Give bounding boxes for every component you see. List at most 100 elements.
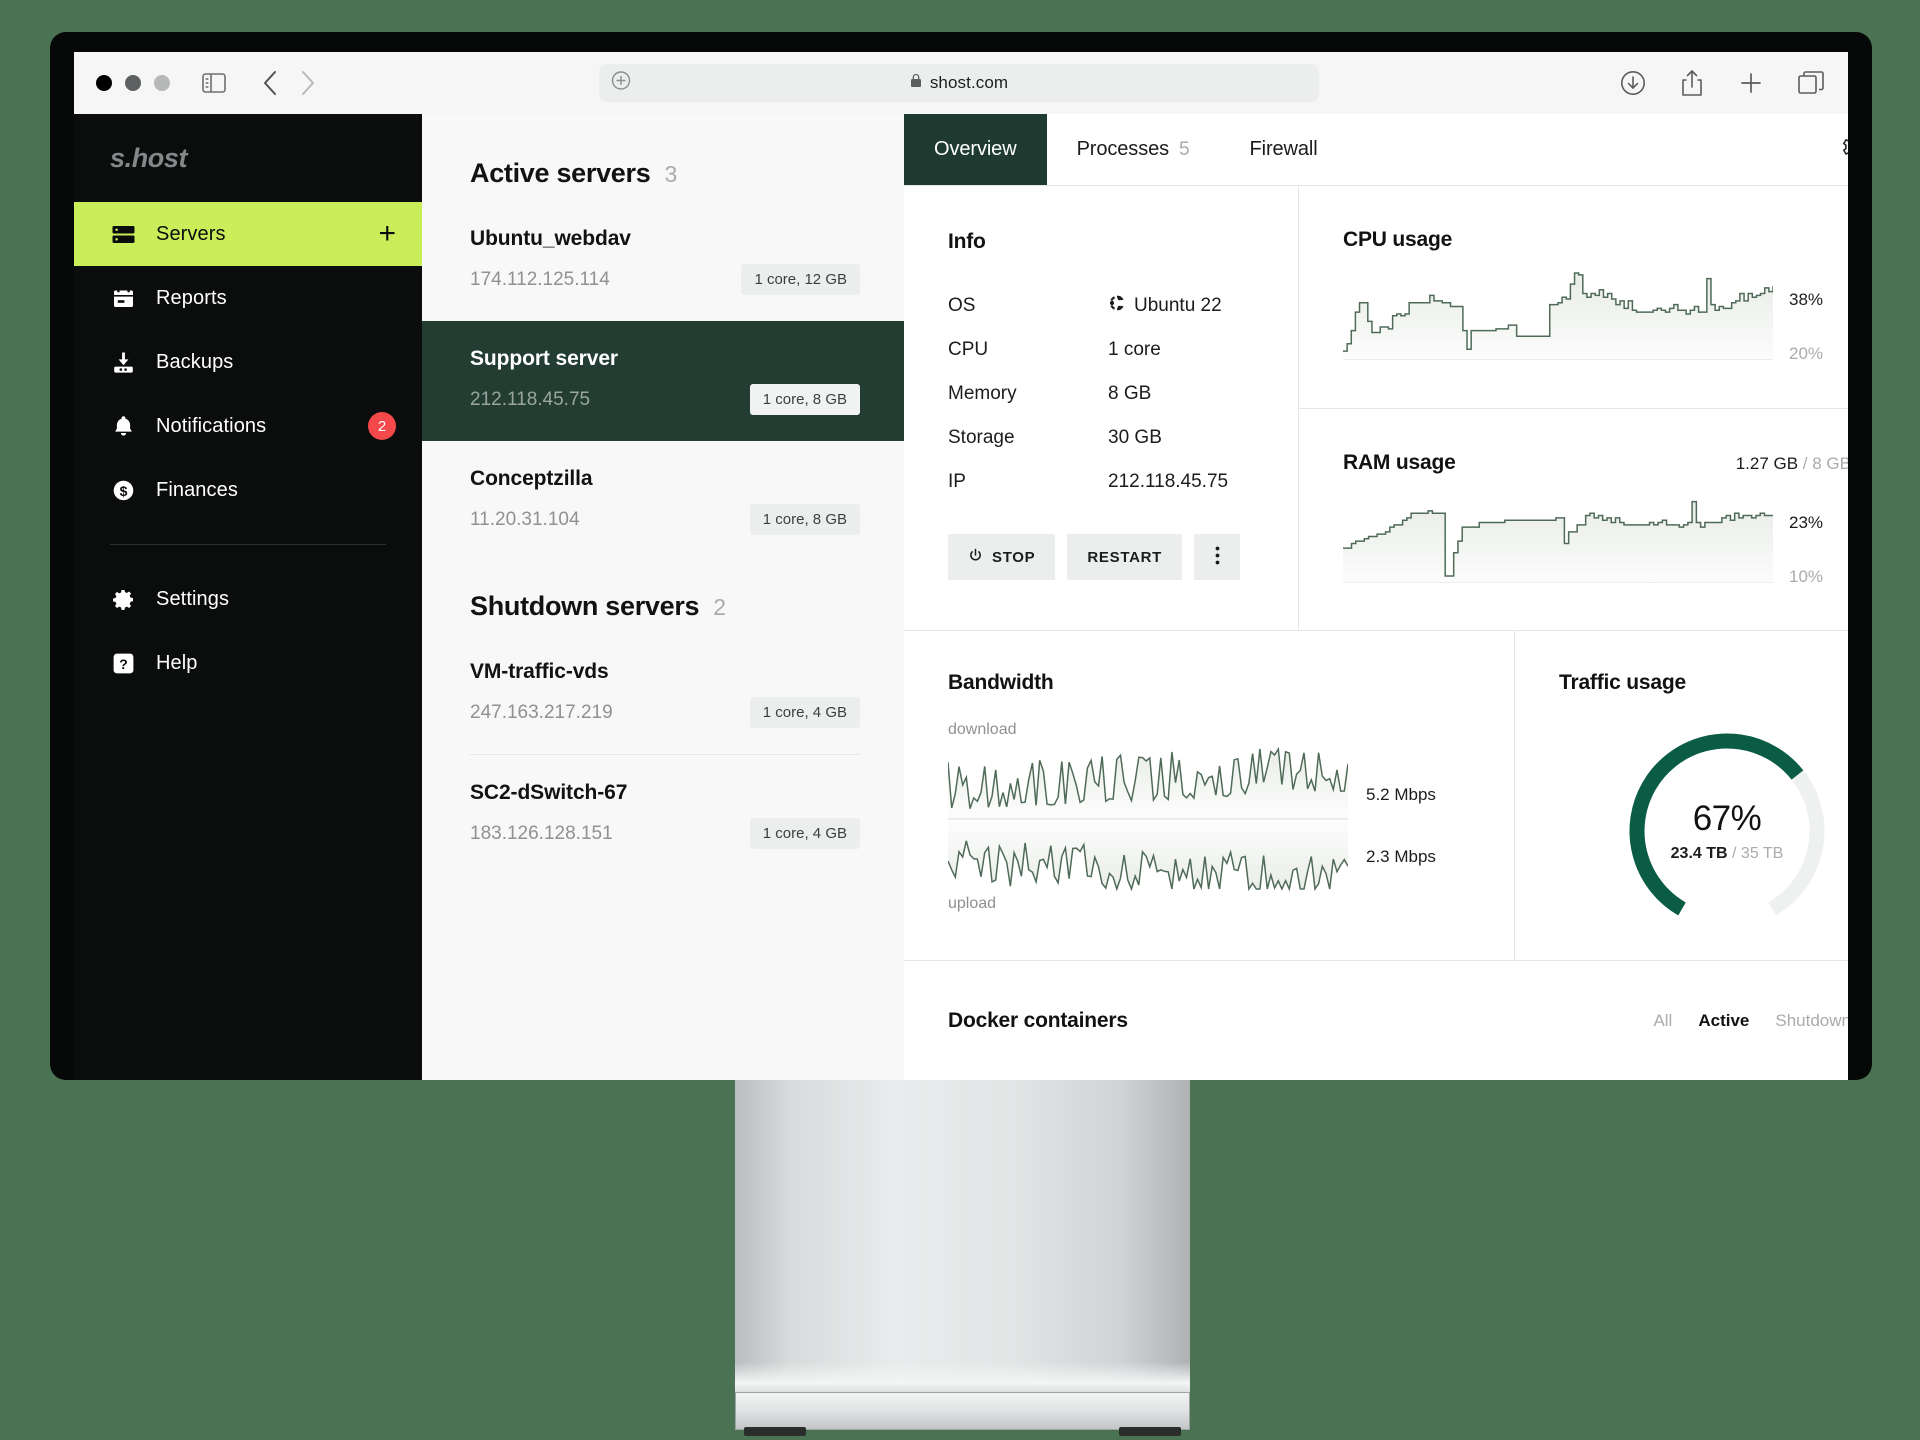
ram-used: 1.27 GB (1735, 453, 1799, 473)
backup-download-icon (110, 349, 136, 375)
server-list-item[interactable]: Ubuntu_webdav 174.112.125.114 1 core, 12… (422, 201, 904, 321)
sidebar-toggle-icon[interactable] (202, 73, 226, 93)
ram-usage-chart (1343, 500, 1773, 583)
traffic-usage-title: Traffic usage (1559, 671, 1686, 694)
ubuntu-icon (1108, 294, 1126, 318)
zoom-window-button[interactable] (154, 75, 170, 91)
more-vertical-icon (1215, 546, 1220, 569)
sidebar-item-reports[interactable]: Reports (74, 266, 422, 330)
info-title: Info (948, 230, 986, 253)
server-spec-tag: 1 core, 4 GB (749, 818, 860, 849)
docker-filter-shutdown[interactable]: Shutdown (1775, 1011, 1848, 1031)
detail-panel: Overview Processes 5 Firewall Info OS Ub… (904, 114, 1848, 1080)
monitor-stand-foot (735, 1392, 1190, 1436)
info-row: IP 212.118.45.75 (948, 460, 1258, 504)
sidebar-item-backups[interactable]: Backups (74, 330, 422, 394)
server-name: SC2-dSwitch-67 (470, 781, 628, 804)
server-list-item[interactable]: Support server 212.118.45.75 1 core, 8 G… (422, 321, 904, 441)
sidebar-divider (110, 544, 386, 545)
server-list-item[interactable]: VM-traffic-vds 247.163.217.219 1 core, 4… (422, 634, 904, 754)
ram-usage-value: 1.27 GB / 8 GB (1736, 454, 1848, 474)
info-value-text: Ubuntu 22 (1134, 295, 1222, 316)
sidebar-item-label: Help (156, 651, 198, 674)
server-spec-tag: 1 core, 8 GB (749, 504, 860, 535)
info-row: Storage 30 GB (948, 416, 1258, 460)
section-title: Active servers (470, 158, 651, 188)
server-ip: 11.20.31.104 (470, 508, 580, 530)
ram-min-value: 10% (1789, 566, 1824, 586)
restart-button[interactable]: RESTART (1067, 534, 1182, 580)
server-name: VM-traffic-vds (470, 660, 609, 683)
toolbar-right-actions (1620, 52, 1824, 114)
section-count: 3 (664, 161, 678, 187)
back-icon[interactable] (262, 70, 278, 96)
cpu-current-value: 38% (1789, 290, 1824, 309)
server-name: Conceptzilla (470, 467, 593, 490)
docker-containers-section: Docker containers All Active Shutdown (904, 961, 1848, 1080)
address-bar[interactable]: shost.com (599, 64, 1319, 102)
tab-overview-icon[interactable] (1798, 71, 1824, 95)
traffic-used: 23.4 TB (1670, 845, 1728, 862)
bandwidth-card: Bandwidth download 5.2 Mbps 2.3 Mbps upl… (904, 631, 1515, 960)
url-text: shost.com (929, 73, 1009, 92)
section-count: 2 (713, 594, 727, 620)
sidebar-item-notifications[interactable]: Notifications 2 (74, 394, 422, 458)
traffic-amount: 23.4 TB / 35 TB (1670, 845, 1784, 862)
bell-icon (110, 413, 136, 439)
close-window-button[interactable] (96, 75, 112, 91)
info-value: 1 core (1108, 339, 1161, 360)
docker-filter-active[interactable]: Active (1698, 1011, 1749, 1031)
download-icon[interactable] (1620, 70, 1646, 96)
tab-overview[interactable]: Overview (904, 114, 1047, 185)
sidebar-item-settings[interactable]: Settings (74, 567, 422, 631)
sidebar: s.host Servers + Reports Backups Notific… (74, 114, 422, 1080)
dollar-circle-icon: $ (110, 477, 136, 503)
server-name: Support server (470, 347, 618, 370)
server-ip: 183.126.128.151 (470, 822, 613, 844)
sidebar-item-label: Servers (156, 222, 226, 245)
server-spec-tag: 1 core, 8 GB (749, 384, 860, 415)
server-icon (110, 221, 136, 247)
forward-icon[interactable] (300, 70, 316, 96)
download-rate: 5.2 Mbps (1366, 785, 1436, 804)
new-tab-icon[interactable] (1738, 70, 1764, 96)
tab-firewall[interactable]: Firewall (1220, 114, 1348, 185)
monitor-stand-neck (735, 1075, 1190, 1400)
traffic-donut: 67% 23.4 TB / 35 TB (1621, 725, 1833, 937)
sidebar-item-label: Finances (156, 478, 238, 501)
tab-label: Processes (1076, 138, 1170, 160)
usage-cards: CPU usage 38% 20% RAM usage 1.27 GB / 8 … (1299, 186, 1848, 630)
tab-label: Firewall (1249, 138, 1318, 160)
server-list-item[interactable]: SC2-dSwitch-67 183.126.128.151 1 core, 4… (422, 755, 904, 875)
server-list-item[interactable]: Conceptzilla 11.20.31.104 1 core, 8 GB (422, 441, 904, 561)
shutdown-servers-header: Shutdown servers 2 (422, 561, 904, 622)
stop-button[interactable]: STOP (948, 534, 1056, 580)
restart-button-label: RESTART (1087, 548, 1162, 566)
sidebar-item-label: Settings (156, 587, 230, 610)
settings-gear-button[interactable] (1841, 114, 1848, 185)
share-icon[interactable] (1680, 69, 1704, 97)
docker-filter-all[interactable]: All (1653, 1011, 1672, 1031)
sidebar-item-servers[interactable]: Servers + (74, 202, 422, 266)
svg-text:$: $ (119, 483, 127, 499)
info-key: OS (948, 295, 976, 316)
add-server-button[interactable]: + (378, 219, 396, 249)
ram-usage-title: RAM usage (1343, 450, 1456, 474)
sidebar-item-help[interactable]: ? Help (74, 631, 422, 695)
svg-text:?: ? (119, 656, 128, 672)
server-spec-tag: 1 core, 12 GB (741, 264, 860, 295)
minimize-window-button[interactable] (125, 75, 141, 91)
power-icon (968, 548, 983, 567)
sidebar-item-finances[interactable]: $ Finances (74, 458, 422, 522)
tab-processes[interactable]: Processes 5 (1047, 114, 1220, 185)
overview-bottom-grid: Bandwidth download 5.2 Mbps 2.3 Mbps upl… (904, 631, 1848, 961)
upload-label: upload (948, 895, 997, 912)
info-table: OS Ubuntu 22 CPU 1 core Memory 8 GB Stor… (948, 284, 1258, 504)
desktop-scene: shost.com s.host Servers + Reports Backu… (0, 0, 1920, 1440)
more-actions-button[interactable] (1194, 534, 1240, 580)
traffic-usage-card: Traffic usage 67% 23.4 TB / 35 TB (1515, 631, 1848, 960)
server-ip: 212.118.45.75 (470, 388, 591, 410)
add-to-reading-list-icon[interactable] (611, 71, 631, 96)
cpu-min-value: 20% (1789, 344, 1824, 363)
brand-logo[interactable]: s.host (74, 114, 422, 202)
